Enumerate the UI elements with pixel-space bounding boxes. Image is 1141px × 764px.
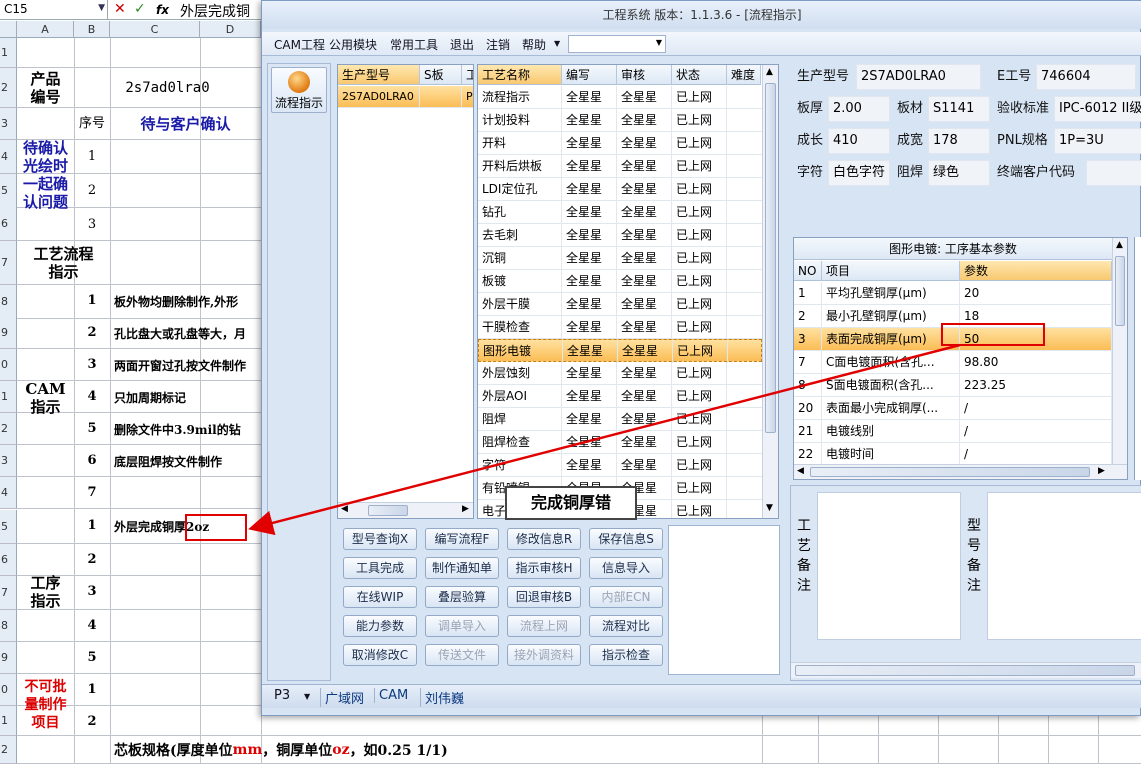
annotation-arrow: [248, 343, 961, 536]
annotation-arrows: [248, 323, 1045, 536]
annotation-box-param: [941, 323, 1045, 346]
